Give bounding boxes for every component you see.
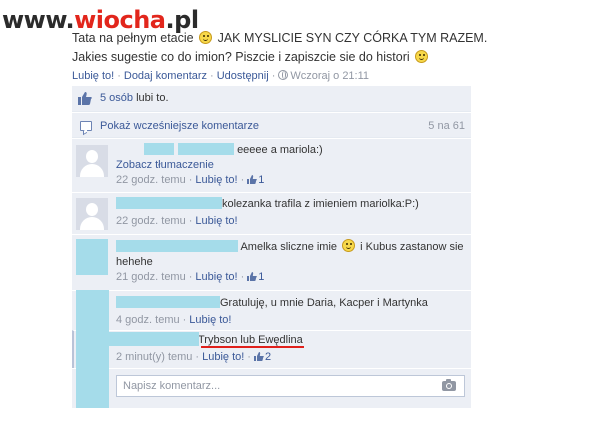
share-link[interactable]: Udostępnij <box>217 70 269 82</box>
smiley-icon <box>342 239 356 252</box>
highlight-underline <box>201 346 304 348</box>
comment-text: kolezanka trafila z imieniem mariolka:P:… <box>116 197 465 212</box>
comment-body: kolezanka trafila z imieniem mariolka:P:… <box>222 198 419 210</box>
post-action-bar: Lubię to! · Dodaj komentarz · Udostępnij · Wcz… <box>72 70 370 82</box>
post-message: Tata na pełnym etacie JAK MYSLICIE SYN C… <box>72 29 552 67</box>
comment-bubble-icon <box>80 121 92 131</box>
redacted-name <box>116 240 238 252</box>
comment-likes-count[interactable]: 2 <box>265 351 271 363</box>
like-comment-link[interactable]: Lubię to! <box>202 351 244 363</box>
thumbs-up-icon <box>247 175 258 184</box>
post-timestamp: Wczoraj o 21:11 <box>290 70 370 82</box>
like-comment-link[interactable]: Lubię to! <box>195 215 237 227</box>
comment-item: Gratuluję, u mnie Daria, Kacper i Martyn… <box>72 290 471 331</box>
watermark-suffix: .pl <box>165 6 200 34</box>
comment-body-continued: i Kubus zastanow sie <box>360 241 464 253</box>
show-previous-row: Pokaż wcześniejsze komentarze 5 na 61 <box>72 112 471 138</box>
site-watermark: www.wiocha.pl <box>2 6 199 34</box>
comment-item: eeeee a mariola:) Zobacz tłumaczenie 22 … <box>72 138 471 192</box>
post-line2: Jakies sugestie co do imion? Piszcie i z… <box>72 50 410 64</box>
comment-meta: 4 godz. temu · Lubię to! <box>116 314 232 326</box>
comment-body: Gratuluję, u mnie Daria, Kacper i Martyn… <box>220 297 428 309</box>
comment-text: Amelka sliczne imie i Kubus zastanow sie… <box>116 239 465 270</box>
smiley-icon <box>415 50 429 63</box>
comment-meta: 2 minut(y) temu · Lubię to! · 2 <box>116 351 272 363</box>
comment-time: 22 godz. temu <box>116 215 186 227</box>
comments-counter: 5 na 61 <box>428 120 465 132</box>
redacted-name <box>144 143 174 155</box>
comment-meta: 21 godz. temu · Lubię to! · 1 <box>116 271 265 283</box>
likes-count-link[interactable]: 5 osób <box>100 92 133 104</box>
thumbs-up-icon <box>253 352 264 361</box>
redacted-name <box>116 197 222 209</box>
comment-input-placeholder: Napisz komentarz... <box>123 380 221 392</box>
comment-meta: 22 godz. temu · Lubię to! · 1 <box>116 174 265 186</box>
avatar[interactable] <box>76 145 108 177</box>
camera-icon[interactable] <box>442 379 456 391</box>
like-comment-link[interactable]: Lubię to! <box>195 271 237 283</box>
avatar[interactable] <box>76 239 108 275</box>
comment-body: eeeee a mariola:) <box>237 144 323 156</box>
likes-summary: 5 osób lubi to. <box>72 86 471 112</box>
comment-time: 2 minut(y) temu <box>116 351 193 363</box>
avatar[interactable] <box>76 198 108 230</box>
comment-item: Amelka sliczne imie i Kubus zastanow sie… <box>72 234 471 290</box>
comment-body: Amelka sliczne imie <box>240 241 338 253</box>
likes-suffix: lubi to. <box>136 92 169 104</box>
like-comment-link[interactable]: Lubię to! <box>189 314 231 326</box>
post-line1-end: JAK MYSLICIE SYN CZY CÓRKA TYM RAZEM. <box>217 31 488 45</box>
show-previous-comments-link[interactable]: Pokaż wcześniejsze komentarze <box>100 120 259 132</box>
thumbs-up-icon <box>247 272 258 281</box>
comment-body-end: hehehe <box>116 256 153 268</box>
redacted-name-block <box>109 332 199 346</box>
feedback-panel: 5 osób lubi to. Pokaż wcześniejsze komen… <box>72 86 471 408</box>
comment-body: Trybson lub Ewędlina <box>198 334 303 346</box>
comment-meta: 22 godz. temu · Lubię to! <box>116 215 238 227</box>
comment-time: 4 godz. temu <box>116 314 180 326</box>
like-comment-link[interactable]: Lubię to! <box>195 174 237 186</box>
comment-time: 21 godz. temu <box>116 271 186 283</box>
see-translation-link[interactable]: Zobacz tłumaczenie <box>116 159 465 171</box>
watermark-brand: wiocha <box>74 6 166 34</box>
globe-icon <box>278 70 289 80</box>
comment-likes-count[interactable]: 1 <box>258 174 264 186</box>
comment-time: 22 godz. temu <box>116 174 186 186</box>
comment-item: kolezanka trafila z imieniem mariolka:P:… <box>72 192 471 234</box>
thumbs-up-icon <box>78 92 92 105</box>
watermark-prefix: www. <box>2 6 75 34</box>
write-comment-row: Napisz komentarz... <box>72 368 471 408</box>
like-post-link[interactable]: Lubię to! <box>72 70 114 82</box>
comment-likes-count[interactable]: 1 <box>258 271 264 283</box>
redacted-avatar-block <box>76 290 109 408</box>
smiley-icon <box>199 31 213 44</box>
comment-input[interactable]: Napisz komentarz... <box>116 375 465 397</box>
redacted-name <box>178 143 234 155</box>
add-comment-link[interactable]: Dodaj komentarz <box>124 70 207 82</box>
comment-text: eeeee a mariola:) <box>116 143 465 158</box>
redacted-name <box>116 296 220 308</box>
comment-text: Gratuluję, u mnie Daria, Kacper i Martyn… <box>116 296 465 311</box>
